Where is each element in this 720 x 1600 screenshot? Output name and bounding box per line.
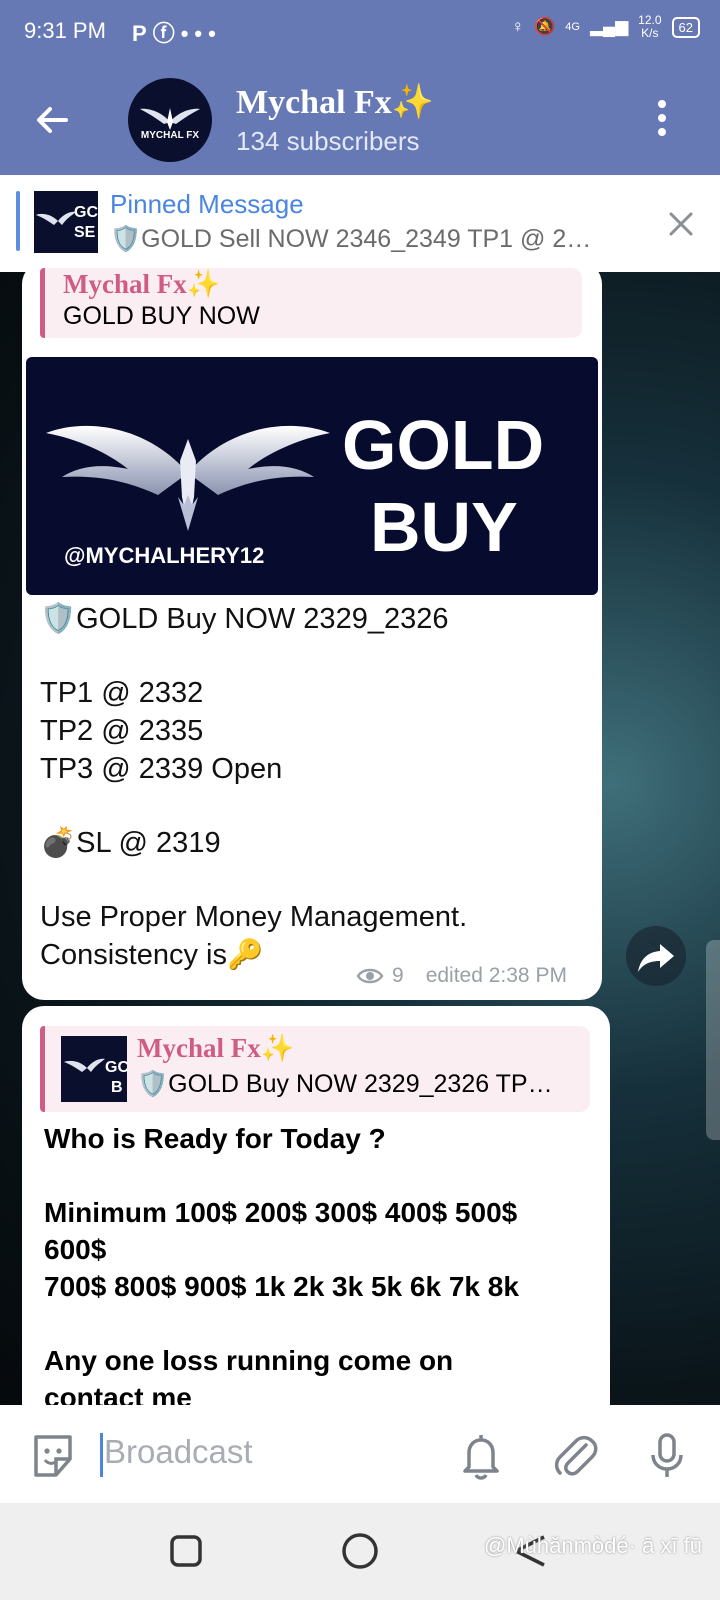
close-icon[interactable]	[668, 211, 694, 237]
sticker-icon[interactable]	[26, 1429, 80, 1483]
network-type: 4G	[565, 21, 580, 33]
message-line: Consistency is🔑	[40, 939, 264, 971]
battery-indicator: 62	[671, 16, 700, 38]
app-header: 9:31 PM Pⓕ••• ♀ 🔕 4G ▂▄▆ 12.0 K/s 62 MYCH…	[0, 0, 720, 175]
message-line: Any one loss running come on	[44, 1345, 454, 1376]
attach-icon[interactable]	[548, 1429, 602, 1483]
watermark: @Mùhǎnmòdé· ā xī fū	[484, 1533, 702, 1558]
pinned-indicator	[16, 191, 20, 251]
channel-title[interactable]: Mychal Fx✨	[236, 82, 434, 122]
pinned-message-bar[interactable]: GC SE Pinned Message 🛡️GOLD Sell NOW 234…	[0, 175, 720, 272]
reply-author: Mychal Fx✨	[63, 269, 221, 299]
forward-button[interactable]	[626, 926, 686, 986]
message-line: 💣SL @ 2319	[40, 827, 221, 859]
svg-text:GC: GC	[105, 1059, 127, 1076]
reply-preview[interactable]: Mychal Fx✨ GOLD BUY NOW	[40, 268, 582, 338]
eagle-logo-icon	[140, 108, 200, 130]
reply-text: 🛡️GOLD Buy NOW 2329_2326 TP…	[137, 1070, 553, 1098]
system-nav-bar: @Mùhǎnmòdé· ā xī fū	[0, 1503, 720, 1600]
network-speed: 12.0 K/s	[638, 13, 662, 40]
notification-icons: Pⓕ•••	[132, 16, 222, 48]
message-meta: 9 edited 2:38 PM	[356, 964, 567, 988]
edited-time: edited 2:38 PM	[425, 964, 567, 987]
pinned-text: 🛡️GOLD Sell NOW 2346_2349 TP1 @ 2…	[110, 225, 592, 253]
subscriber-count: 134 subscribers	[236, 126, 420, 156]
message-line: Minimum 100$ 200$ 300$ 400$ 500$	[44, 1197, 518, 1228]
message-line: Use Proper Money Management.	[40, 901, 468, 933]
status-right: ♀ 🔕 4G ▂▄▆ 12.0 K/s 62	[511, 14, 700, 40]
reply-text: GOLD BUY NOW	[63, 302, 260, 330]
share-arrow-icon	[638, 944, 674, 972]
location-icon: ♀	[511, 17, 525, 36]
recent-apps-icon[interactable]	[166, 1531, 206, 1571]
message-image[interactable]: @MYCHALHERY12 GOLD BUY	[26, 357, 598, 595]
eagle-logo-icon: GC B	[64, 1058, 127, 1096]
view-count: 9	[392, 964, 404, 987]
bell-icon[interactable]	[454, 1429, 508, 1483]
facebook-icon: ⓕ	[152, 21, 181, 46]
eye-icon	[356, 968, 384, 984]
reply-author: Mychal Fx✨	[137, 1033, 295, 1063]
text-caret	[100, 1433, 103, 1477]
avatar-text: MYCHAL FX	[140, 130, 200, 141]
svg-text:B: B	[111, 1079, 123, 1096]
reply-preview[interactable]: GC B Mychal Fx✨ 🛡️GOLD Buy NOW 2329_2326…	[40, 1026, 590, 1112]
microphone-icon[interactable]	[640, 1429, 694, 1483]
p-app-icon: P	[132, 21, 153, 46]
status-time: 9:31 PM	[24, 18, 106, 43]
image-handle: @MYCHALHERY12	[64, 543, 265, 568]
message-input-bar: Broadcast	[0, 1405, 720, 1503]
pinned-thumb-text: GC SE	[74, 204, 98, 241]
mute-icon: 🔕	[534, 17, 556, 36]
more-menu-icon[interactable]	[656, 100, 668, 140]
home-icon[interactable]	[338, 1529, 382, 1573]
message-line: 600$	[44, 1234, 107, 1265]
message-line: 700$ 800$ 900$ 1k 2k 3k 5k 6k 7k 8k	[44, 1271, 519, 1302]
message-line: Who is Ready for Today ?	[44, 1123, 386, 1154]
image-headline-2: BUY	[370, 488, 518, 566]
message-line: TP2 @ 2335	[40, 715, 204, 747]
image-headline-1: GOLD	[342, 406, 545, 484]
reply-thumbnail: GC B	[61, 1036, 127, 1102]
message-line: 🛡️GOLD Buy NOW 2329_2326	[40, 603, 449, 635]
message-line: TP1 @ 2332	[40, 677, 204, 709]
back-arrow-icon[interactable]	[32, 100, 72, 140]
more-notifications-icon: •••	[180, 21, 222, 46]
message-input[interactable]: Broadcast	[104, 1433, 253, 1471]
status-bar: 9:31 PM Pⓕ••• ♀ 🔕 4G ▂▄▆ 12.0 K/s 62	[0, 0, 720, 64]
pinned-thumbnail: GC SE	[34, 191, 98, 253]
edge-panel-handle[interactable]	[706, 940, 720, 1140]
pinned-title: Pinned Message	[110, 189, 304, 219]
signal-icon: ▂▄▆	[589, 17, 629, 36]
eagle-wings-icon	[46, 425, 330, 531]
message-line: TP3 @ 2339 Open	[40, 753, 283, 785]
channel-avatar[interactable]: MYCHAL FX	[128, 78, 212, 162]
